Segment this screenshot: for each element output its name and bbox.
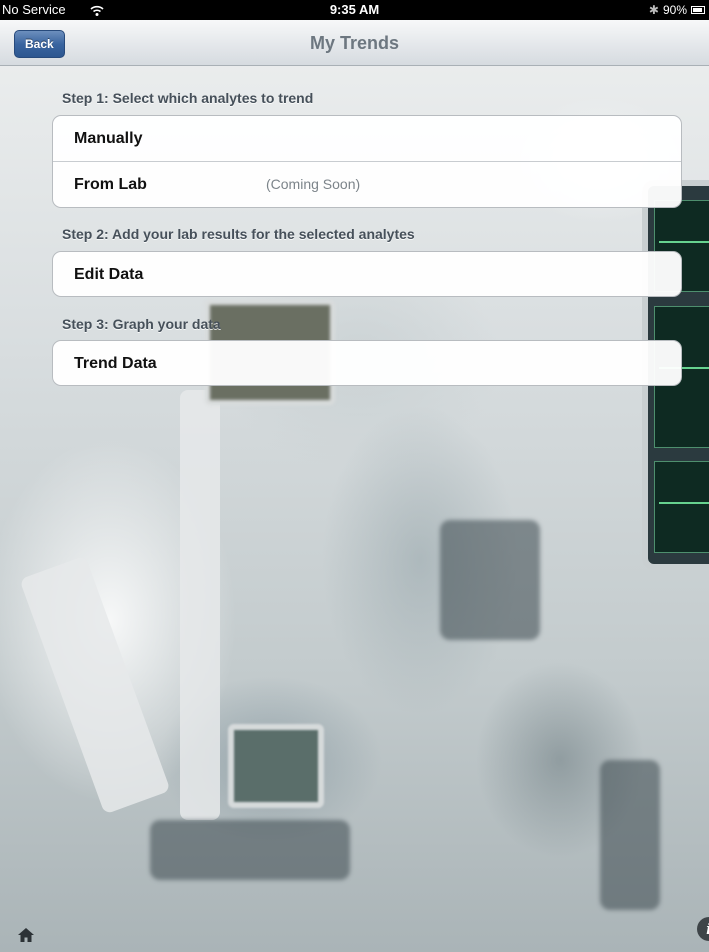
table-group-step1: Manually From Lab (Coming Soon) xyxy=(52,115,682,208)
status-right: ✱ 90% xyxy=(649,0,705,20)
row-trend-data[interactable]: Trend Data xyxy=(53,341,681,385)
monitor-trace xyxy=(659,241,709,243)
section-header-step2: Step 2: Add your lab results for the sel… xyxy=(62,226,415,242)
back-button[interactable]: Back xyxy=(14,30,65,58)
background-decoration xyxy=(600,760,660,910)
table-group-step2: Edit Data xyxy=(52,251,682,297)
monitor-screen xyxy=(654,461,709,553)
section-header-step1: Step 1: Select which analytes to trend xyxy=(62,90,314,106)
row-edit-data[interactable]: Edit Data xyxy=(53,252,681,296)
row-detail: (Coming Soon) xyxy=(266,176,361,192)
status-bar: No Service 9:35 AM ✱ 90% xyxy=(0,0,709,20)
home-icon[interactable] xyxy=(17,926,35,944)
monitor-trace xyxy=(659,502,709,504)
background-decoration xyxy=(180,390,220,820)
row-label: Manually xyxy=(74,130,143,147)
row-label: Trend Data xyxy=(74,355,157,372)
battery-percent: 90% xyxy=(662,3,687,17)
battery-fill xyxy=(693,8,702,12)
row-from-lab[interactable]: From Lab (Coming Soon) xyxy=(53,161,681,206)
clock: 9:35 AM xyxy=(329,2,380,17)
row-label: From Lab xyxy=(74,176,147,193)
page-title: My Trends xyxy=(309,33,400,53)
background-decoration xyxy=(440,520,540,640)
background-monitor xyxy=(228,724,324,808)
section-header-step3: Step 3: Graph your data xyxy=(62,316,221,332)
row-label: Edit Data xyxy=(74,266,144,283)
bluetooth-icon: ✱ xyxy=(648,3,659,17)
row-manually[interactable]: Manually xyxy=(53,116,681,161)
screen: No Service 9:35 AM ✱ 90% My Trends Back … xyxy=(0,0,709,952)
battery-icon xyxy=(691,6,705,14)
navigation-bar: My Trends Back xyxy=(0,20,709,66)
table-group-step3: Trend Data xyxy=(52,340,682,386)
background-decoration xyxy=(150,820,350,880)
